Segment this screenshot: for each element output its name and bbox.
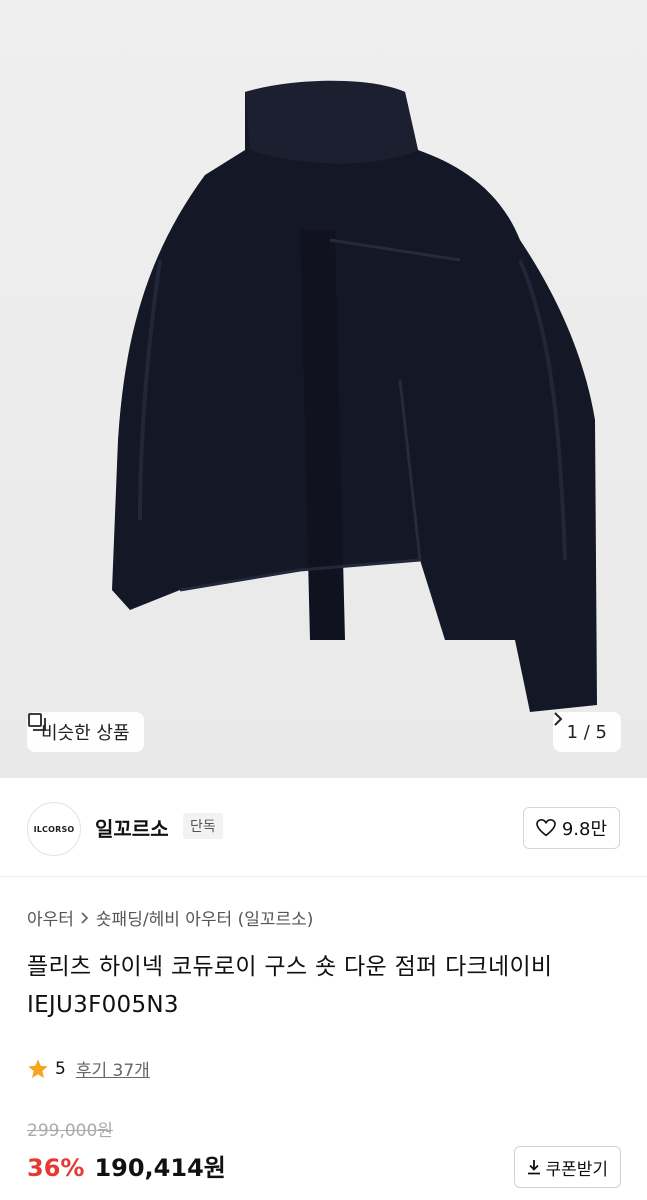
star-icon xyxy=(28,1058,48,1078)
section-divider xyxy=(0,876,647,877)
brand-section: ILCORSO 일꼬르소 단독 9.8만 xyxy=(0,778,647,876)
brand-logo-text: ILCORSO xyxy=(33,824,75,834)
product-image-gallery[interactable]: 비슷한 상품 1 / 5 xyxy=(0,0,647,778)
chevron-right-icon xyxy=(553,712,562,726)
coupon-button[interactable]: 쿠폰받기 xyxy=(514,1146,621,1188)
similar-items-label: 비슷한 상품 xyxy=(41,723,130,744)
discount-rate: 36% xyxy=(27,1154,85,1182)
like-button[interactable]: 9.8만 xyxy=(522,807,620,849)
price-row: 36% 190,414원 xyxy=(27,1148,226,1183)
breadcrumb-level2[interactable]: 숏패딩/헤비 아우터 (일꼬르소) xyxy=(96,905,313,930)
similar-items-button[interactable]: 비슷한 상품 xyxy=(27,712,144,752)
image-counter-text: 1 / 5 xyxy=(566,721,607,743)
brand-logo[interactable]: ILCORSO xyxy=(27,802,81,856)
brand-name[interactable]: 일꼬르소 xyxy=(95,813,169,842)
rating-summary: 5 후기 37개 xyxy=(27,1056,150,1081)
similar-items-icon xyxy=(28,713,46,731)
heart-icon xyxy=(535,819,556,837)
review-link[interactable]: 후기 37개 xyxy=(76,1056,150,1081)
download-icon xyxy=(528,1160,541,1175)
coupon-label: 쿠폰받기 xyxy=(545,1159,608,1180)
original-price: 299,000원 xyxy=(27,1121,113,1141)
chevron-right-icon xyxy=(81,911,89,924)
product-title: 플리츠 하이넥 코듀로이 구스 숏 다운 점퍼 다크네이비 IEJU3F005N… xyxy=(27,954,553,1018)
breadcrumb: 아우터 숏패딩/헤비 아우터 (일꼬르소) xyxy=(27,905,313,930)
exclusive-badge: 단독 xyxy=(183,813,223,839)
image-counter[interactable]: 1 / 5 xyxy=(552,712,621,752)
rating-score: 5 xyxy=(55,1058,66,1079)
breadcrumb-level1[interactable]: 아우터 xyxy=(27,905,74,930)
like-count: 9.8만 xyxy=(561,819,607,840)
sale-price: 190,414원 xyxy=(94,1154,226,1182)
product-image xyxy=(0,0,647,778)
